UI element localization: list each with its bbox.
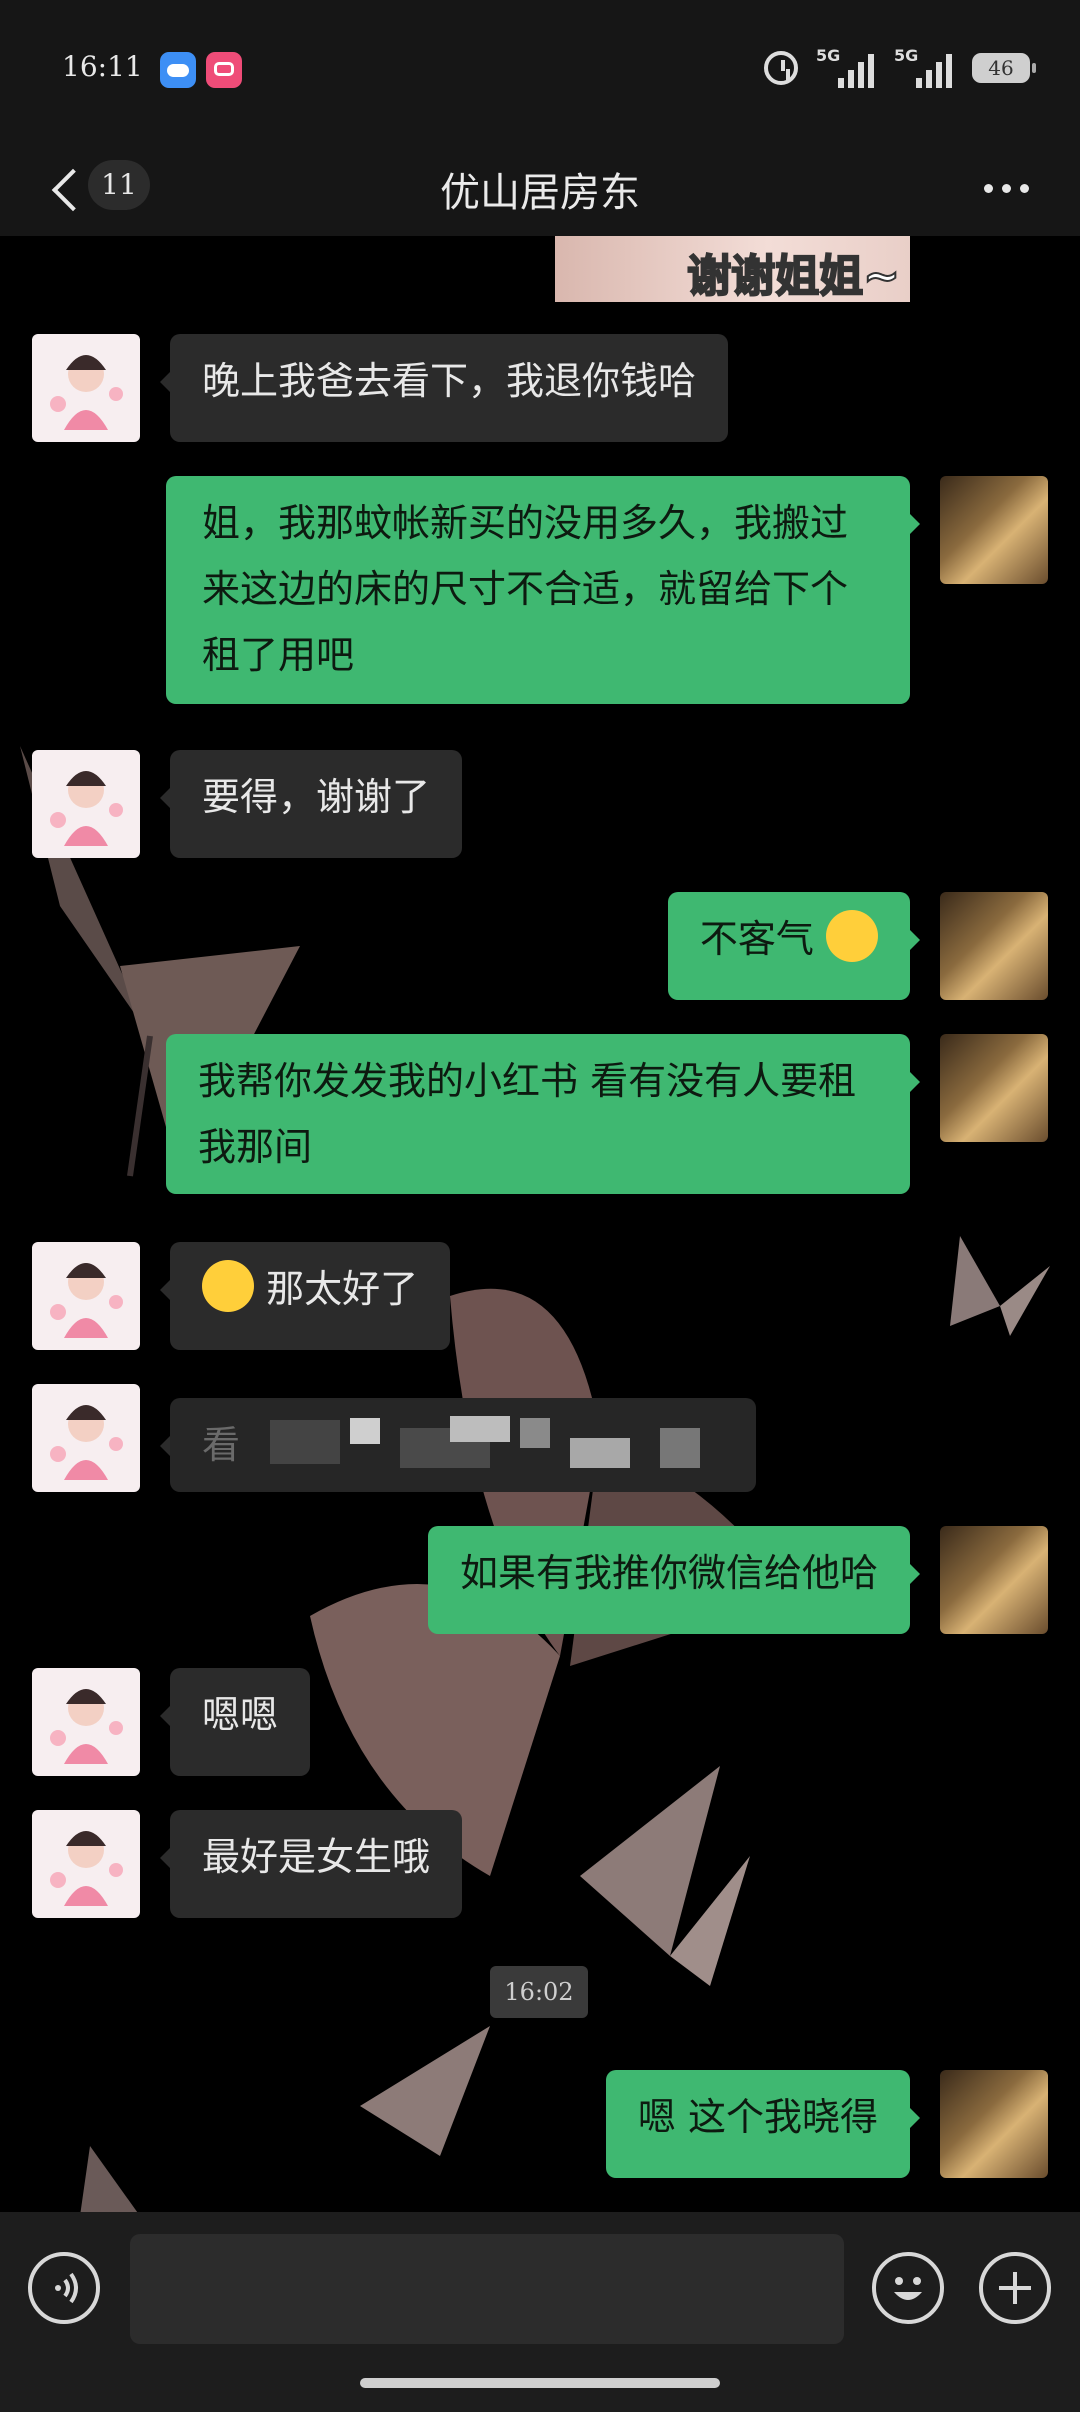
message-bubble[interactable]: 如果有我推你微信给他哈 [427, 1526, 921, 1634]
butterfly-decoration [950, 1236, 1050, 1336]
chat-area[interactable]: 谢谢姐姐~ 晚上我爸去看下，我退你钱哈 姐，我那蚊帐新买的没用多久，我搬过来这边… [0, 236, 1080, 2212]
message-bubble[interactable]: 嗯嗯 [159, 1668, 311, 1776]
home-indicator[interactable] [360, 2378, 720, 2388]
battery-icon: 46 [972, 53, 1036, 83]
message-input[interactable] [130, 2234, 844, 2344]
input-bar [0, 2212, 1080, 2412]
landlord-avatar[interactable] [32, 1242, 140, 1350]
message-bubble[interactable]: 嗯 这个我晓得 [605, 2070, 921, 2178]
bilibili-app-icon [206, 52, 242, 88]
network-type: 5G [816, 46, 841, 65]
message-text: 嗯嗯 [202, 1693, 279, 1737]
message-text: 那太好了 [266, 1267, 419, 1311]
smile-emoji-icon [826, 910, 878, 962]
message-text: 不客气 [699, 917, 814, 961]
landlord-avatar[interactable] [32, 750, 140, 858]
message-bubble[interactable]: 要得，谢谢了 [159, 750, 463, 858]
message-text: 晚上我爸去看下，我退你钱哈 [202, 359, 697, 403]
add-attachment-icon[interactable] [979, 2252, 1051, 2324]
message-text: 嗯 这个我晓得 [637, 2095, 878, 2139]
landlord-avatar[interactable] [32, 1668, 140, 1776]
status-indicators: 5G 5G 46 [764, 44, 1036, 92]
message-text: 最好是女生哦 [202, 1835, 431, 1879]
pixelation [660, 1428, 700, 1468]
pixelation [270, 1420, 340, 1464]
my-avatar[interactable] [940, 476, 1048, 584]
sticker-image[interactable]: 谢谢姐姐~ [555, 236, 910, 302]
status-time: 16:11 [62, 50, 143, 83]
butterfly-decoration [580, 1766, 750, 1986]
weather-app-icon [160, 52, 196, 88]
message-text: 姐，我那蚊帐新买的没用多久，我搬过来这边的床的尺寸不合适，就留给下个租了用吧 [202, 501, 849, 677]
chat-title: 优山居房东 [440, 170, 640, 216]
message-timestamp: 16:02 [490, 1966, 588, 2018]
network-type-2: 5G [894, 46, 919, 65]
signal-icon: 5G [816, 46, 876, 90]
message-text: 我帮你发发我的小红书 看有没有人要租我那间 [198, 1059, 857, 1169]
signal-icon-2: 5G [894, 46, 954, 90]
message-text: 如果有我推你微信给他哈 [459, 1551, 878, 1595]
butterfly-decoration [80, 2146, 138, 2212]
landlord-avatar[interactable] [32, 334, 140, 442]
message-bubble[interactable]: 姐，我那蚊帐新买的没用多久，我搬过来这边的床的尺寸不合适，就留给下个租了用吧 [166, 476, 920, 704]
message-bubble-redacted[interactable]: 看 [160, 1398, 756, 1492]
status-bar: 16:11 5G 5G 46 [0, 0, 1080, 140]
message-bubble[interactable]: 最好是女生哦 [159, 1810, 463, 1918]
sticker-caption: 谢谢姐姐~ [686, 250, 901, 302]
message-bubble[interactable]: 不客气 [667, 892, 921, 1000]
butterfly-decoration [360, 2026, 490, 2156]
message-text: 要得，谢谢了 [202, 775, 431, 819]
more-options-icon[interactable] [982, 168, 1032, 208]
my-avatar[interactable] [940, 1034, 1048, 1142]
my-avatar[interactable] [940, 1526, 1048, 1634]
message-bubble[interactable]: 那太好了 [159, 1242, 451, 1350]
my-avatar[interactable] [940, 892, 1048, 1000]
my-avatar[interactable] [940, 2070, 1048, 2178]
voice-input-icon[interactable] [28, 2252, 100, 2324]
emoji-icon[interactable] [872, 2252, 944, 2324]
pixelation [570, 1438, 630, 1468]
message-bubble[interactable]: 晚上我爸去看下，我退你钱哈 [159, 334, 729, 442]
pixelation [450, 1416, 510, 1442]
pixelation [350, 1418, 380, 1444]
pixelation [520, 1418, 550, 1448]
chat-header: 11 优山居房东 [0, 140, 1080, 236]
message-text: 看 [202, 1423, 241, 1467]
alarm-icon [764, 51, 798, 85]
grin-emoji-icon [202, 1260, 254, 1312]
landlord-avatar[interactable] [32, 1384, 140, 1492]
message-bubble[interactable]: 我帮你发发我的小红书 看有没有人要租我那间 [166, 1034, 920, 1194]
landlord-avatar[interactable] [32, 1810, 140, 1918]
